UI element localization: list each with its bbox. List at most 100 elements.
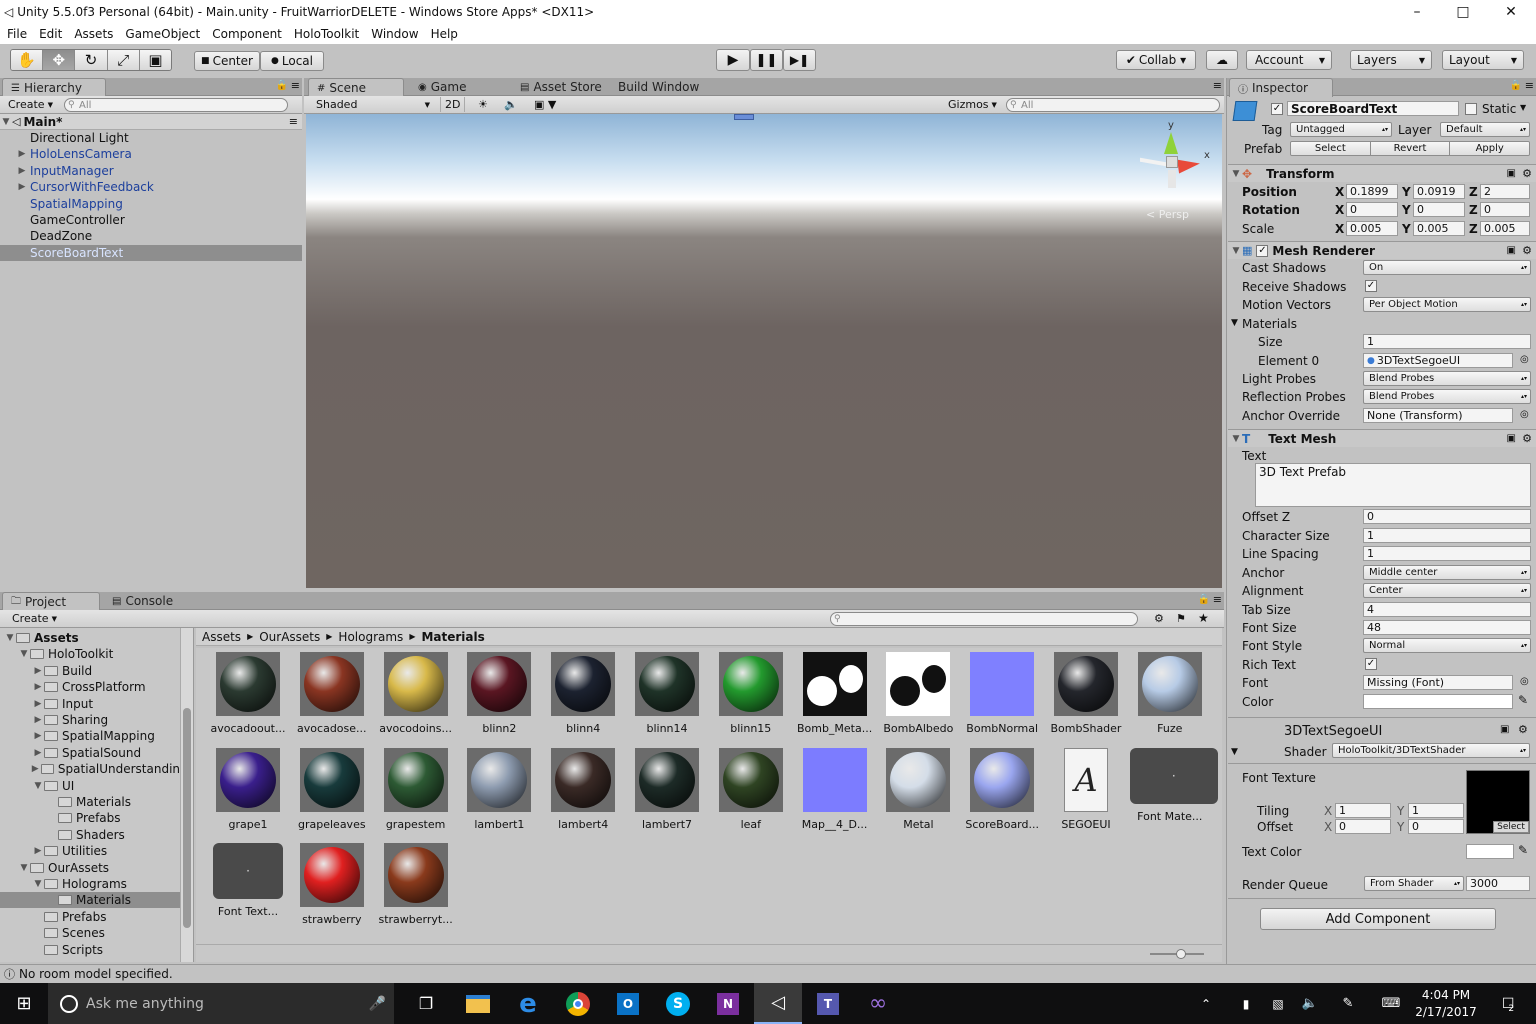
inspector-panel-menu-icon[interactable]: ≡ — [1525, 79, 1534, 92]
prefab-apply-button[interactable]: Apply — [1450, 142, 1529, 155]
tab-hierarchy[interactable]: ☰ Hierarchy — [2, 78, 106, 97]
menu-component[interactable]: Component — [206, 27, 288, 41]
shader-dropdown[interactable]: HoloToolkit/3DTextShader — [1332, 743, 1530, 758]
text-mesh-fold-icon[interactable]: ▼ — [1230, 434, 1242, 444]
anchor-override-field[interactable]: None (Transform) — [1363, 408, 1513, 423]
scene-fold-icon[interactable]: ▼ — [0, 117, 12, 127]
hierarchy-item[interactable]: ▶ InputManager — [0, 163, 302, 179]
expand-arrow-icon[interactable]: ▶ — [16, 166, 28, 176]
menu-help[interactable]: Help — [425, 27, 464, 41]
folder-tree-item[interactable]: Prefabs — [0, 810, 180, 826]
menu-gameobject[interactable]: GameObject — [119, 27, 206, 41]
visual-studio-icon[interactable]: ∞ — [854, 983, 902, 1024]
breadcrumb-ourassets[interactable]: OurAssets — [259, 630, 320, 644]
folder-tree-item[interactable]: ▼ HoloToolkit — [0, 646, 180, 662]
project-lock-icon[interactable]: 🔒 — [1198, 594, 1210, 605]
text-color-swatch[interactable] — [1466, 844, 1514, 859]
project-create-dropdown[interactable]: Create ▼ — [8, 611, 61, 626]
asset-item[interactable]: Metal — [878, 747, 958, 840]
transform-x-field[interactable]: 0 — [1346, 202, 1398, 217]
hierarchy-item[interactable]: SpatialMapping — [0, 196, 302, 212]
effects-toggle-icon[interactable]: ▣ ▼ — [530, 97, 560, 112]
filter-label-icon[interactable]: ⚑ — [1176, 612, 1186, 625]
hierarchy-create-dropdown[interactable]: Create ▼ — [4, 97, 57, 112]
hierarchy-item[interactable]: ▶ HoloLensCamera — [0, 146, 302, 162]
asset-item[interactable]: · Font Mate... — [1129, 747, 1218, 840]
asset-item[interactable]: strawberry — [292, 843, 372, 935]
font-style-dropdown[interactable]: Normal — [1363, 638, 1531, 653]
asset-item[interactable]: blinn2 — [459, 652, 539, 744]
material-fold-icon[interactable]: ▼ — [1231, 747, 1238, 757]
object-name-field[interactable]: ScoreBoardText — [1287, 101, 1459, 116]
expand-arrow-icon[interactable]: ▼ — [32, 781, 44, 791]
asset-item[interactable]: · Font Text... — [208, 843, 288, 935]
chrome-icon[interactable] — [554, 983, 602, 1024]
rotate-tool-icon[interactable]: ↻ — [75, 50, 108, 70]
transform-x-field[interactable]: 0.1899 — [1346, 184, 1398, 199]
folder-tree-item[interactable]: ▶ SpatialSound — [0, 745, 180, 761]
layer-dropdown[interactable]: Default — [1440, 122, 1530, 137]
transform-y-field[interactable]: 0 — [1413, 202, 1465, 217]
panel-menu-icon[interactable]: ≡ — [291, 79, 300, 92]
prefab-revert-button[interactable]: Revert — [1370, 142, 1451, 155]
show-hidden-icons-chevron-icon[interactable]: ⌃ — [1194, 983, 1218, 1024]
expand-arrow-icon[interactable]: ▼ — [32, 879, 44, 889]
expand-arrow-icon[interactable]: ▶ — [32, 846, 44, 856]
gizmo-y-axis[interactable] — [1164, 132, 1178, 154]
folder-tree-item[interactable]: Shaders — [0, 827, 180, 843]
expand-arrow-icon[interactable]: ▶ — [32, 682, 44, 692]
asset-item[interactable]: strawberryt... — [376, 843, 456, 935]
unity-taskbar-icon[interactable]: ◁ — [754, 983, 802, 1024]
favorite-icon[interactable]: ★ — [1198, 611, 1209, 625]
folder-tree-item[interactable]: ▼ UI — [0, 778, 180, 794]
texture-select-button[interactable]: Select — [1493, 821, 1529, 833]
account-dropdown[interactable]: Account ▼ — [1246, 50, 1332, 70]
folder-tree-item[interactable]: Scenes — [0, 925, 180, 941]
asset-item[interactable]: blinn4 — [543, 652, 623, 744]
scene-gizmo[interactable]: y x — [1132, 120, 1212, 196]
asset-item[interactable]: grapeleaves — [292, 747, 372, 840]
receive-shadows-checkbox[interactable]: ✓ — [1365, 280, 1377, 292]
menu-edit[interactable]: Edit — [33, 27, 68, 41]
action-center-icon[interactable]: ☐ 2 — [1488, 983, 1528, 1024]
folder-tree-item[interactable]: ▼ OurAssets — [0, 860, 180, 876]
transform-z-field[interactable]: 0 — [1480, 202, 1530, 217]
asset-item[interactable]: BombNormal — [962, 652, 1042, 744]
expand-arrow-icon[interactable]: ▼ — [4, 633, 16, 643]
help-book-icon[interactable]: ▣ — [1500, 724, 1509, 735]
asset-item[interactable]: lambert1 — [459, 747, 539, 840]
task-view-icon[interactable]: ❐ — [402, 983, 450, 1024]
selected-object-outline[interactable] — [734, 114, 754, 120]
char-size-field[interactable]: 1 — [1363, 528, 1531, 543]
lighting-toggle-icon[interactable]: ☀ — [474, 97, 492, 112]
move-tool-icon[interactable]: ✥ — [43, 50, 76, 70]
settings-gear-icon[interactable]: ⚙ — [1518, 723, 1528, 736]
projection-label[interactable]: < Persp — [1146, 208, 1189, 221]
layout-dropdown[interactable]: Layout ▼ — [1442, 50, 1524, 70]
asset-item[interactable]: leaf — [711, 747, 791, 840]
font-field[interactable]: Missing (Font) — [1363, 675, 1513, 690]
zoom-slider-thumb[interactable] — [1176, 949, 1186, 959]
tab-build-window[interactable]: Build Window — [610, 78, 707, 96]
render-queue-field[interactable]: 3000 — [1466, 876, 1530, 891]
folder-tree-item[interactable]: Prefabs — [0, 909, 180, 925]
asset-item[interactable]: Bomb_Meta... — [795, 652, 875, 744]
mesh-renderer-fold-icon[interactable]: ▼ — [1230, 246, 1242, 256]
cast-shadows-dropdown[interactable]: On — [1363, 260, 1531, 275]
breadcrumb-assets[interactable]: Assets — [202, 630, 241, 644]
expand-arrow-icon[interactable]: ▶ — [16, 149, 28, 159]
tiling-x-field[interactable]: 1 — [1335, 803, 1391, 818]
tab-console[interactable]: ▤ Console — [104, 592, 181, 610]
pause-button[interactable]: ❚❚ — [750, 49, 783, 71]
folder-tree-item[interactable]: ▶ CrossPlatform — [0, 679, 180, 695]
anchor-dropdown[interactable]: Middle center — [1363, 565, 1531, 580]
expand-arrow-icon[interactable]: ▶ — [32, 731, 44, 741]
font-size-field[interactable]: 48 — [1363, 620, 1531, 635]
materials-size-field[interactable]: 1 — [1363, 334, 1531, 349]
motion-vectors-dropdown[interactable]: Per Object Motion — [1363, 297, 1531, 312]
gizmo-center-cube[interactable] — [1166, 156, 1178, 168]
folder-tree-item[interactable]: ▶ SpatialUnderstandin — [0, 761, 180, 777]
font-texture-slot[interactable]: Select — [1466, 770, 1530, 834]
asset-item[interactable]: A SEGOEUI — [1046, 747, 1126, 840]
asset-item[interactable]: avocadose... — [292, 652, 372, 744]
